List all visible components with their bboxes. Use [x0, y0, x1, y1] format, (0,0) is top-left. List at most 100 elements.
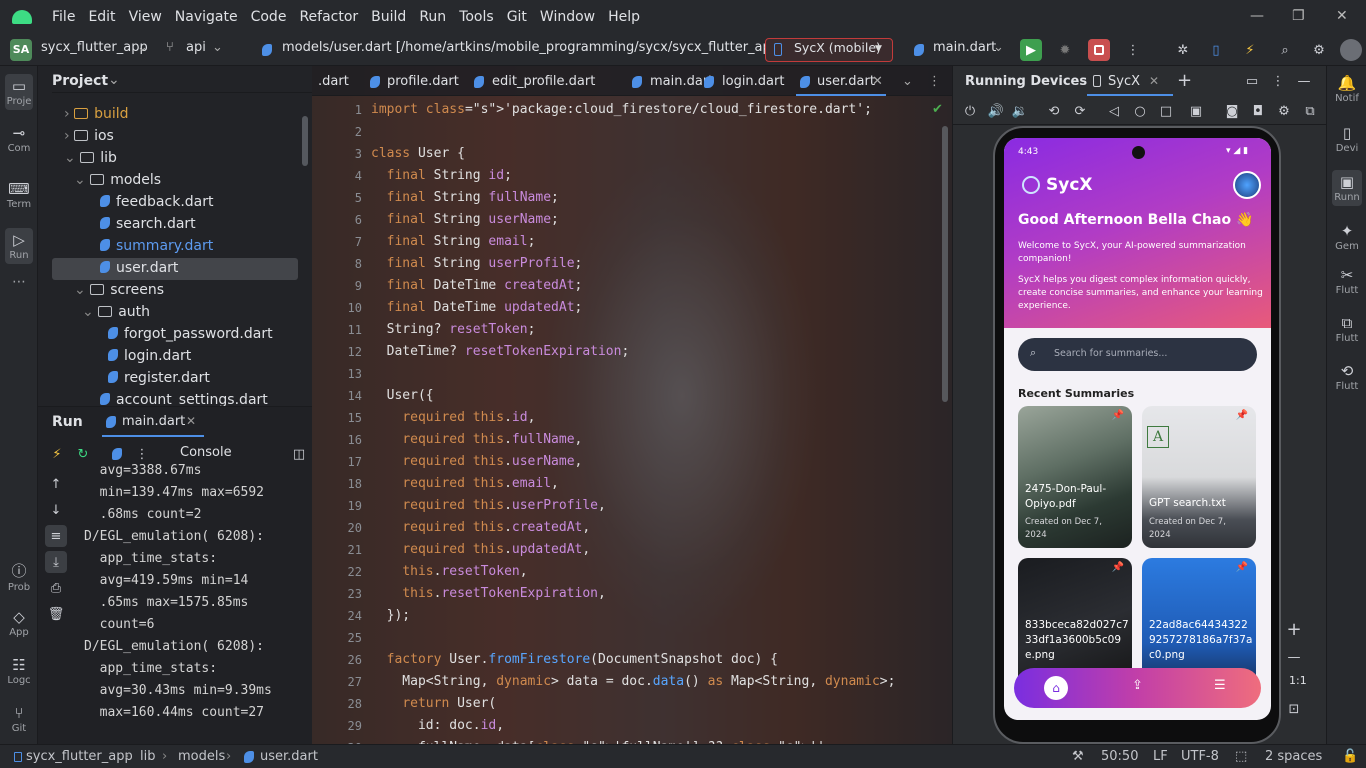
search-icon[interactable]: ⌕: [1274, 39, 1296, 61]
phone-screen[interactable]: 4:43 ▾ ◢ ▮ SycX Good Afternoon Bella Cha…: [1004, 138, 1271, 720]
commit-tool-button[interactable]: ⊸ Com: [0, 124, 38, 154]
scroll-to-end-icon[interactable]: ⤓: [45, 551, 67, 573]
menu-navigate[interactable]: Navigate: [175, 9, 238, 25]
layout-icon[interactable]: ▭: [1241, 70, 1263, 92]
restore-icon[interactable]: ❐: [1292, 8, 1305, 24]
minimize-panel-icon[interactable]: —: [1293, 70, 1315, 92]
tree-item-lib[interactable]: ⌄ lib: [64, 150, 117, 166]
settings-icon[interactable]: ⚙: [1308, 39, 1330, 61]
search-input[interactable]: Search for summaries...: [1054, 348, 1167, 359]
summary-card[interactable]: 📌 A GPT search.txt Created on Dec 7, 202…: [1142, 406, 1256, 548]
breadcrumb-project[interactable]: sycx_flutter_app: [26, 749, 133, 764]
more-icon[interactable]: ⋮: [1267, 70, 1289, 92]
hot-reload-icon[interactable]: ⚡: [46, 443, 68, 465]
editor-tab-login[interactable]: login.dart: [722, 74, 784, 89]
flutter-performance-button[interactable]: ⟲ Flutt: [1327, 362, 1366, 392]
snapshot-icon[interactable]: ▣: [1185, 100, 1207, 122]
volume-down-icon[interactable]: 🔉: [1009, 100, 1031, 122]
mirror-icon[interactable]: ⧉: [1299, 100, 1321, 122]
flutter-outline-button[interactable]: ⧉ Flutt: [1327, 314, 1366, 344]
device-manager-icon[interactable]: ▯: [1205, 39, 1227, 61]
menu-run[interactable]: Run: [419, 9, 446, 25]
project-panel-title[interactable]: Project: [52, 73, 108, 89]
dart-devtools-icon[interactable]: [112, 448, 122, 460]
code-editor[interactable]: .dart profile.dart edit_profile.dart mai…: [312, 66, 952, 744]
hot-reload-icon[interactable]: ⚡: [1239, 39, 1261, 61]
rotate-left-icon[interactable]: ⟲: [1043, 100, 1065, 122]
editor-tab-edit-profile[interactable]: edit_profile.dart: [492, 74, 595, 89]
zoom-out-icon[interactable]: —: [1283, 646, 1305, 668]
tree-item-ios[interactable]: › ios: [64, 128, 114, 144]
zoom-in-icon[interactable]: +: [1283, 618, 1305, 640]
gemini-button[interactable]: ✦ Gem: [1327, 222, 1366, 252]
running-devices-button[interactable]: ▣ Runn: [1332, 170, 1362, 206]
project-tool-button[interactable]: ▭ Proje: [5, 74, 33, 110]
home-icon[interactable]: ○: [1129, 100, 1151, 122]
close-tab-icon[interactable]: ✕: [186, 414, 196, 428]
tree-item-screens[interactable]: ⌄ screens: [74, 282, 164, 298]
menu-file[interactable]: File: [52, 9, 75, 25]
volume-up-icon[interactable]: 🔊: [985, 100, 1007, 122]
logcat-tool-button[interactable]: ☷ Logc: [0, 656, 38, 686]
overview-icon[interactable]: □: [1155, 100, 1177, 122]
menu-build[interactable]: Build: [371, 9, 406, 25]
terminal-tool-button[interactable]: ⌨ Term: [0, 180, 38, 210]
pin-icon[interactable]: 📌: [1236, 562, 1248, 573]
app-inspection-button[interactable]: ◇ App: [0, 608, 38, 638]
lock-icon[interactable]: 🔓: [1342, 749, 1358, 764]
tree-item-models[interactable]: ⌄ models: [74, 172, 161, 188]
run-tool-button[interactable]: ▷ Run: [5, 228, 33, 264]
problems-tool-button[interactable]: ⓘ Prob: [0, 560, 38, 593]
file-path[interactable]: models/user.dart [/home/artkins/mobile_p…: [282, 40, 783, 55]
notifications-button[interactable]: 🔔 Notif: [1327, 74, 1366, 104]
tree-item-login[interactable]: login.dart: [108, 348, 191, 364]
profile-avatar[interactable]: [1233, 171, 1261, 199]
record-icon[interactable]: ◘: [1247, 100, 1269, 122]
line-ending[interactable]: LF: [1153, 749, 1168, 764]
project-scrollbar[interactable]: [302, 116, 308, 166]
arrow-up-icon[interactable]: ↑: [45, 473, 67, 495]
tree-item-auth[interactable]: ⌄ auth: [82, 304, 150, 320]
stop-icon[interactable]: [1088, 39, 1110, 61]
run-icon[interactable]: ▶: [1020, 39, 1042, 61]
layout-icon[interactable]: ◫: [288, 443, 310, 465]
tree-item-search[interactable]: search.dart: [100, 216, 196, 232]
summary-card[interactable]: 📌 2475-Don-Paul-Opiyo.pdf Created on Dec…: [1018, 406, 1132, 548]
add-device-icon[interactable]: +: [1177, 70, 1192, 91]
indent-setting[interactable]: 2 spaces: [1265, 749, 1322, 764]
power-icon[interactable]: ⏻: [959, 100, 981, 122]
tree-item-forgot-password[interactable]: forgot_password.dart: [108, 326, 273, 342]
upload-icon[interactable]: ⇪: [1132, 678, 1143, 693]
tree-item-feedback[interactable]: feedback.dart: [100, 194, 213, 210]
more-icon[interactable]: ⋮: [928, 74, 941, 89]
git-tool-button[interactable]: ⑂ Git: [0, 704, 38, 734]
more-tools-icon[interactable]: ⋯: [0, 274, 38, 290]
editor-tab[interactable]: .dart: [318, 74, 349, 89]
breadcrumb-models[interactable]: models: [178, 749, 225, 764]
editor-scrollbar[interactable]: [942, 126, 948, 402]
back-icon[interactable]: ◁: [1103, 100, 1125, 122]
menu-tools[interactable]: Tools: [459, 9, 494, 25]
settings-icon[interactable]: ⚙: [1273, 100, 1295, 122]
pin-icon[interactable]: 📌: [1236, 410, 1248, 421]
tabs-overflow-icon[interactable]: ⌄: [902, 74, 913, 89]
console-tab[interactable]: Console: [180, 445, 232, 460]
library-icon[interactable]: ☰: [1214, 678, 1226, 693]
attach-debugger-icon[interactable]: ✲: [1172, 39, 1194, 61]
tree-item-register[interactable]: register.dart: [108, 370, 210, 386]
tree-item-user[interactable]: user.dart: [100, 260, 178, 276]
hot-restart-icon[interactable]: ↻: [72, 443, 94, 465]
menu-code[interactable]: Code: [251, 9, 287, 25]
tree-item-account-settings[interactable]: account_settings.dart: [100, 392, 268, 406]
tree-item-summary[interactable]: summary.dart: [100, 238, 213, 254]
caret-position[interactable]: 50:50: [1101, 749, 1138, 764]
debug-icon[interactable]: ✹: [1054, 39, 1076, 61]
avatar[interactable]: [1340, 39, 1362, 61]
indent-icon[interactable]: ⬚: [1235, 749, 1247, 764]
project-selector[interactable]: sycx_flutter_app: [41, 40, 148, 55]
fit-screen-icon[interactable]: ⊡: [1283, 698, 1305, 720]
hammer-icon[interactable]: ⚒: [1072, 749, 1084, 764]
more-icon[interactable]: ⋮: [1122, 39, 1144, 61]
editor-tab-user[interactable]: user.dart: [817, 74, 875, 89]
soft-wrap-icon[interactable]: ≡: [45, 525, 67, 547]
